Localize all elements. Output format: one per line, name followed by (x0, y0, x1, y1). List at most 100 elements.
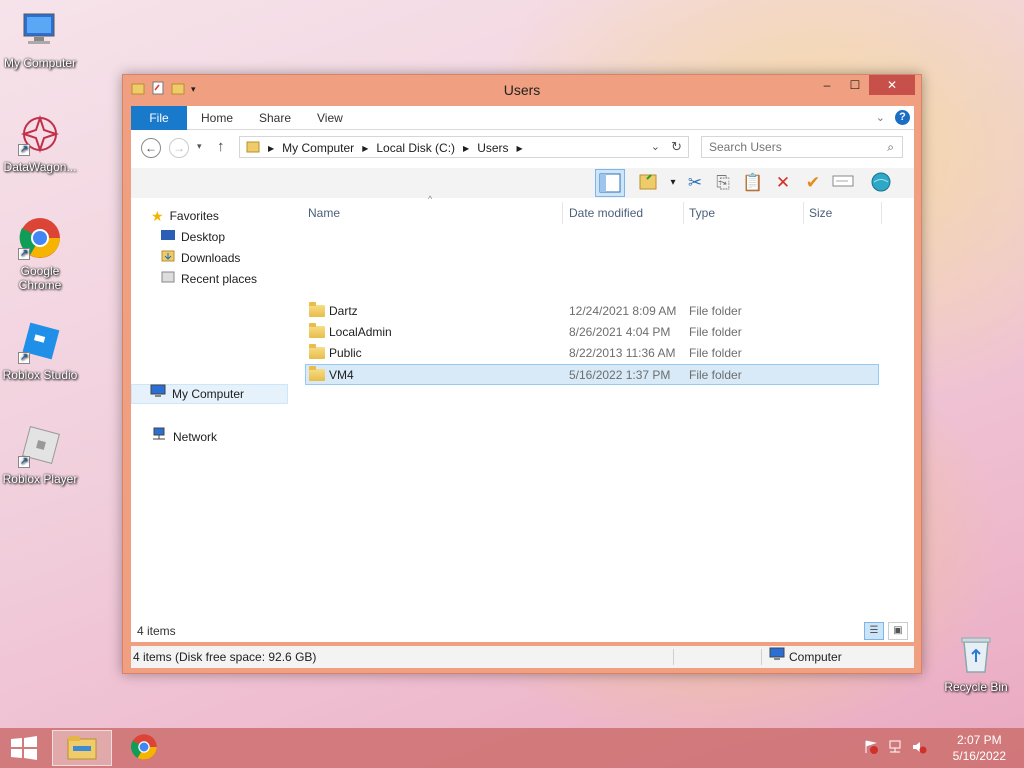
maximize-button[interactable]: ☐ (841, 75, 869, 95)
status-location-label: Computer (789, 650, 842, 664)
copy-icon[interactable]: ⎘ (711, 171, 735, 195)
file-name: LocalAdmin (329, 325, 392, 339)
address-bar[interactable]: ▶ My Computer ▶ Local Disk (C:) ▶ Users … (239, 136, 689, 158)
content-area: ★ Favorites Desktop Downloads Recent pla… (131, 194, 914, 642)
preview-pane-icon[interactable] (595, 169, 625, 197)
breadcrumb-users[interactable]: Users (477, 141, 508, 155)
file-date: 8/22/2013 11:36 AM (569, 346, 676, 360)
status-location: Computer (769, 646, 842, 668)
forward-button[interactable]: → (169, 138, 189, 158)
tab-view[interactable]: View (317, 106, 343, 130)
expand-ribbon-icon[interactable]: ⌄ (876, 111, 885, 124)
details-view-icon[interactable]: ☰ (864, 622, 884, 640)
desktop-icon (161, 227, 175, 247)
up-arrow-icon[interactable]: ↑ (217, 138, 225, 155)
address-row: ← → ▾ ↑ ▶ My Computer ▶ Local Disk (C:) … (131, 130, 914, 168)
desktop-icon-recycle-bin[interactable]: Recycle Bin (936, 632, 1016, 694)
file-type: File folder (689, 325, 742, 339)
downloads-icon (161, 248, 175, 268)
nav-label: Favorites (169, 209, 219, 223)
file-name: VM4 (329, 368, 354, 382)
navigation-pane: ★ Favorites Desktop Downloads Recent pla… (131, 198, 296, 642)
chevron-right-icon: ▶ (463, 143, 470, 153)
nav-label: Downloads (181, 251, 241, 265)
roblox-player-icon: ↗ (18, 424, 62, 468)
file-type: File folder (689, 368, 742, 382)
refresh-icon[interactable]: ↻ (671, 139, 682, 155)
file-row-selected[interactable]: VM4 5/16/2022 1:37 PM File folder (305, 364, 879, 385)
nav-label: My Computer (172, 387, 245, 401)
recent-locations-icon[interactable]: ▾ (197, 141, 202, 152)
desktop-icon-label: Recycle Bin (944, 680, 1008, 694)
paste-icon[interactable]: 📋 (741, 171, 765, 195)
file-date: 8/26/2021 4:04 PM (569, 325, 671, 339)
tab-home[interactable]: Home (201, 106, 233, 130)
chrome-icon (130, 733, 158, 764)
clock[interactable]: 2:07 PM 5/16/2022 (953, 732, 1006, 764)
file-row[interactable]: Dartz 12/24/2021 8:09 AM File folder (305, 301, 879, 322)
search-input[interactable] (702, 137, 872, 157)
status-bar: 4 items (Disk free space: 92.6 GB) Compu… (131, 646, 914, 668)
desktop-icon-datawagon[interactable]: ↗ DataWagon... (0, 112, 80, 174)
computer-icon (150, 384, 166, 404)
nav-recent-places[interactable]: Recent places (161, 269, 257, 289)
column-header-date-modified[interactable]: Date modified (564, 202, 684, 224)
search-box: ⌕ (701, 136, 903, 158)
shortcut-arrow-icon: ↗ (18, 456, 30, 468)
system-tray: 2:07 PM 5/16/2022 (863, 732, 1006, 764)
file-date: 5/16/2022 1:37 PM (569, 368, 671, 382)
chevron-right-icon: ▶ (362, 143, 369, 153)
file-date: 12/24/2021 8:09 AM (569, 304, 677, 318)
back-button[interactable]: ← (141, 138, 161, 158)
search-icon[interactable]: ⌕ (887, 140, 894, 155)
nav-label: Network (173, 430, 218, 444)
properties-folder-icon[interactable] (637, 171, 661, 195)
computer-icon (18, 8, 62, 52)
tab-share[interactable]: Share (259, 106, 291, 130)
taskbar-file-explorer[interactable] (52, 730, 112, 766)
nav-network[interactable]: Network (151, 427, 217, 447)
desktop-icon-label: My Computer (3, 56, 77, 70)
action-center-flag-icon[interactable] (863, 739, 879, 758)
file-explorer-icon (67, 734, 97, 763)
rename-icon[interactable] (831, 171, 855, 195)
column-header-name[interactable]: Name (303, 202, 563, 224)
globe-icon[interactable] (869, 171, 893, 195)
large-icons-view-icon[interactable]: ▣ (888, 622, 908, 640)
column-header-type[interactable]: Type (684, 202, 804, 224)
window-title: Users (503, 82, 541, 98)
file-row[interactable]: Public 8/22/2013 11:36 AM File folder (305, 343, 879, 364)
taskbar-chrome[interactable] (114, 730, 174, 766)
desktop-icon-chrome[interactable]: ↗ Google Chrome (0, 216, 80, 292)
delete-icon[interactable]: ✕ (771, 171, 795, 195)
title-bar[interactable]: ▾ Users – ☐ ✕ (123, 75, 921, 105)
file-row[interactable]: LocalAdmin 8/26/2021 4:04 PM File folder (305, 322, 879, 343)
file-list: ^ Name Date modified Type Size Dartz 12/… (303, 194, 911, 642)
chevron-down-icon[interactable]: ▾ (661, 171, 685, 195)
nav-desktop[interactable]: Desktop (161, 227, 225, 247)
explorer-window: ▾ Users – ☐ ✕ File Home Share View ⌄ ? ←… (122, 74, 922, 674)
breadcrumb-my-computer[interactable]: My Computer (282, 141, 354, 155)
desktop-icon-my-computer[interactable]: My Computer (0, 8, 80, 70)
command-toolbar: ▾ ✂ ⎘ 📋 ✕ ✔ (131, 168, 914, 198)
checkmark-icon[interactable]: ✔ (801, 171, 825, 195)
minimize-button[interactable]: – (813, 75, 841, 95)
chevron-down-icon[interactable]: ⌄ (651, 140, 660, 153)
nav-downloads[interactable]: Downloads (161, 248, 240, 268)
network-status-icon[interactable] (887, 739, 903, 758)
volume-muted-icon[interactable] (911, 739, 927, 758)
breadcrumb-local-disk[interactable]: Local Disk (C:) (376, 141, 455, 155)
nav-favorites[interactable]: ★ Favorites (151, 206, 219, 226)
close-button[interactable]: ✕ (869, 75, 915, 95)
start-button[interactable] (10, 736, 38, 760)
status-divider (673, 649, 674, 665)
file-type: File folder (689, 346, 742, 360)
help-icon[interactable]: ? (895, 110, 910, 125)
desktop-icon-roblox-studio[interactable]: ↗ Roblox Studio (0, 320, 80, 382)
desktop-icon-roblox-player[interactable]: ↗ Roblox Player (0, 424, 80, 486)
cut-icon[interactable]: ✂ (683, 171, 707, 195)
column-header-size[interactable]: Size (804, 202, 882, 224)
tab-file[interactable]: File (131, 106, 187, 130)
nav-my-computer[interactable]: My Computer (131, 384, 288, 404)
network-icon (151, 427, 167, 447)
